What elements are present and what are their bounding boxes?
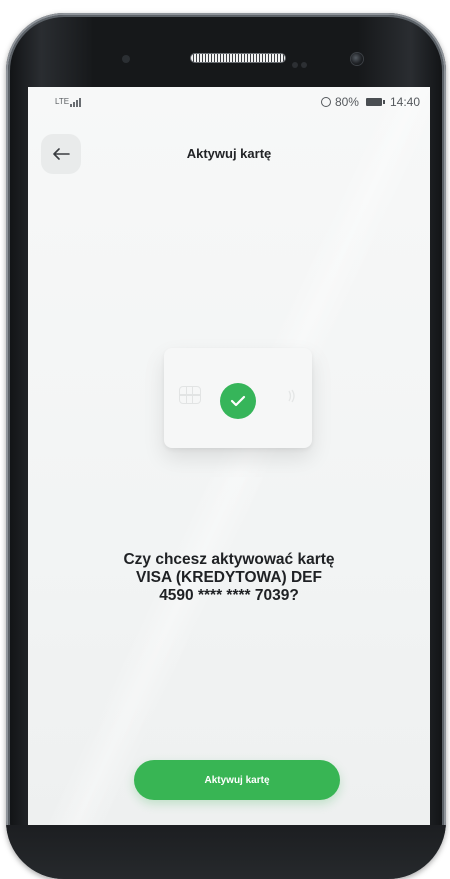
check-circle-icon [220, 383, 256, 419]
alarm-icon [320, 97, 331, 107]
activation-question: Czy chcesz aktywować kartę VISA (KREDYTO… [68, 551, 390, 605]
sensor-dots [292, 55, 314, 68]
phone-frame: LTE 80% 14:40 Aktywuj kartę Czy chcesz a… [6, 13, 446, 879]
earpiece-speaker [190, 53, 286, 63]
question-line-3: 4590 **** **** 7039? [159, 587, 299, 604]
question-line-2: VISA (KREDYTOWA) DEF [135, 569, 322, 586]
signal-icon [70, 97, 82, 107]
battery-icon [365, 98, 385, 106]
bottom-bezel [6, 825, 446, 879]
proximity-sensor [122, 55, 130, 63]
app-screen: LTE 80% 14:40 Aktywuj kartę Czy chcesz a… [28, 87, 430, 839]
status-right: 80% 14:40 [320, 95, 420, 109]
question-line-1: Czy chcesz aktywować kartę [123, 551, 335, 568]
checkmark-icon [230, 395, 246, 407]
clock: 14:40 [389, 95, 420, 109]
activate-card-button[interactable]: Aktywuj kartę [134, 760, 340, 800]
network-label: LTE [55, 97, 70, 106]
card-illustration [164, 348, 312, 448]
page-title: Aktywuj kartę [186, 146, 272, 161]
screen-glare [28, 87, 430, 839]
contactless-icon [288, 389, 295, 403]
battery-percent: 80% [334, 95, 359, 109]
front-camera [351, 53, 363, 65]
chip-icon [179, 386, 201, 404]
status-bar: LTE 80% 14:40 [28, 87, 430, 117]
